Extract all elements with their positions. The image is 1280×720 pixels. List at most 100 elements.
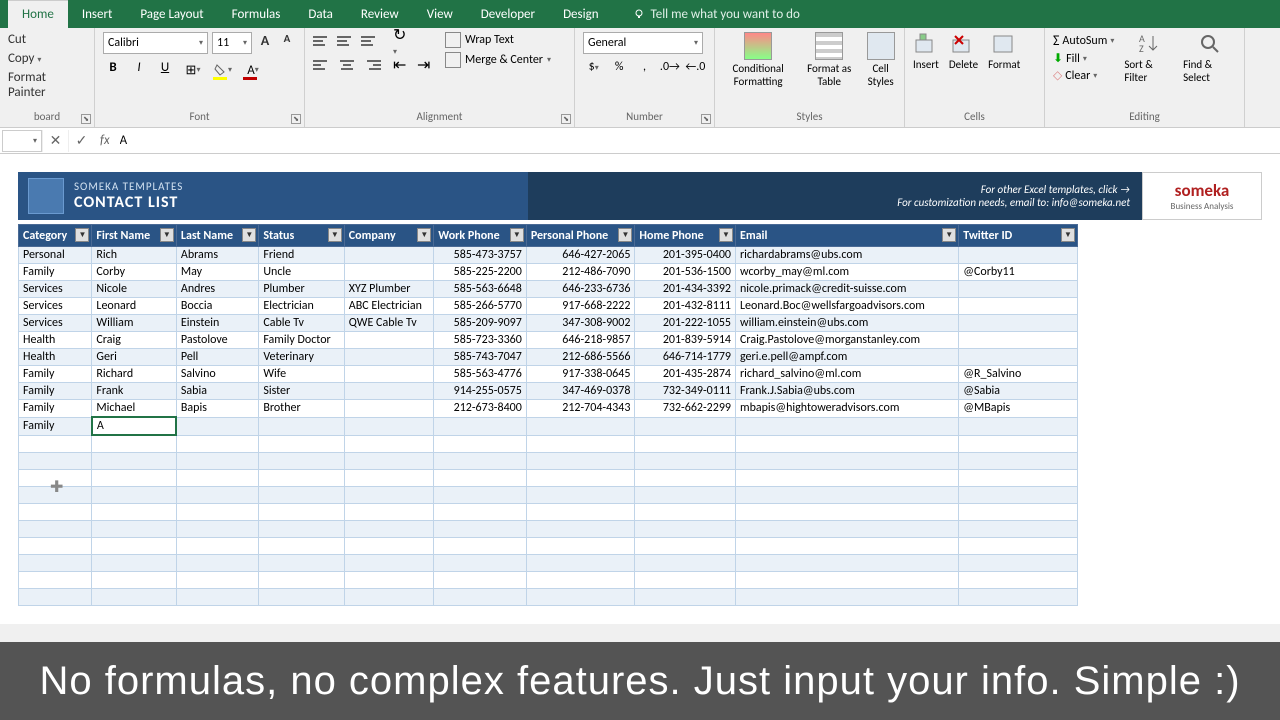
cancel-formula-button[interactable]: ✕ (42, 130, 68, 152)
indent-increase-button[interactable]: ⇥ (417, 56, 437, 74)
decrease-decimal-button[interactable]: ←.0 (685, 60, 706, 80)
header-twitter-id[interactable]: Twitter ID▼ (959, 225, 1078, 247)
table-row[interactable] (19, 554, 1078, 571)
tab-formulas[interactable]: Formulas (218, 1, 295, 28)
align-left-button[interactable] (313, 56, 333, 74)
align-right-button[interactable] (361, 56, 381, 74)
comma-button[interactable]: , (634, 60, 655, 80)
fill-color-button[interactable]: ▾ (211, 60, 235, 80)
tab-home[interactable]: Home (8, 0, 68, 28)
table-row[interactable] (19, 588, 1078, 605)
table-row[interactable]: ServicesLeonardBocciaElectricianABC Elec… (19, 298, 1078, 315)
font-size-select[interactable]: 11▾ (212, 32, 252, 54)
filter-arrow[interactable]: ▼ (242, 228, 256, 242)
tab-insert[interactable]: Insert (68, 1, 127, 28)
header-status[interactable]: Status▼ (259, 225, 344, 247)
table-row[interactable] (19, 571, 1078, 588)
table-row[interactable]: FamilyRichardSalvinoWife585-563-4776917-… (19, 366, 1078, 383)
tab-developer[interactable]: Developer (467, 1, 549, 28)
header-category[interactable]: Category▼ (19, 225, 92, 247)
table-row-editing[interactable]: FamilyA (19, 417, 1078, 435)
tab-page-layout[interactable]: Page Layout (126, 1, 217, 28)
format-as-table-button[interactable]: Format as Table (805, 32, 853, 88)
filter-arrow[interactable]: ▼ (510, 228, 524, 242)
merge-center-button[interactable]: Merge & Center ▾ (445, 52, 551, 68)
table-row[interactable] (19, 469, 1078, 486)
tab-data[interactable]: Data (294, 1, 347, 28)
wrap-text-button[interactable]: Wrap Text (445, 32, 551, 48)
sort-filter-button[interactable]: AZSort & Filter (1124, 32, 1173, 84)
format-painter-button[interactable]: Format Painter (8, 70, 86, 100)
clear-button[interactable]: ◇ Clear ▾ (1053, 68, 1114, 83)
font-name-select[interactable]: Calibri▾ (103, 32, 208, 54)
table-row[interactable]: ServicesWilliamEinsteinCable TvQWE Cable… (19, 315, 1078, 332)
header-personal-phone[interactable]: Personal Phone▼ (526, 225, 635, 247)
tab-view[interactable]: View (413, 1, 467, 28)
tell-me-search[interactable]: Tell me what you want to do (633, 7, 800, 22)
underline-button[interactable]: U (155, 60, 175, 80)
header-home-phone[interactable]: Home Phone▼ (635, 225, 736, 247)
filter-arrow[interactable]: ▼ (719, 228, 733, 242)
alignment-launcher[interactable]: ⬊ (561, 114, 571, 124)
filter-arrow[interactable]: ▼ (942, 228, 956, 242)
tab-design[interactable]: Design (549, 1, 612, 28)
contact-table[interactable]: Category▼First Name▼Last Name▼Status▼Com… (18, 224, 1078, 606)
table-row[interactable]: ServicesNicoleAndresPlumberXYZ Plumber58… (19, 281, 1078, 298)
copy-button[interactable]: Copy ▾ (8, 51, 86, 66)
filter-arrow[interactable]: ▼ (1061, 228, 1075, 242)
orientation-button[interactable]: ↻▾ (393, 32, 413, 50)
align-bottom-button[interactable] (361, 32, 381, 50)
table-row[interactable] (19, 486, 1078, 503)
header-work-phone[interactable]: Work Phone▼ (434, 225, 527, 247)
align-top-button[interactable] (313, 32, 333, 50)
header-email[interactable]: Email▼ (735, 225, 958, 247)
filter-arrow[interactable]: ▼ (328, 228, 342, 242)
table-row[interactable]: PersonalRichAbramsFriend585-473-3757646-… (19, 247, 1078, 264)
find-select-button[interactable]: Find & Select (1183, 32, 1236, 84)
delete-button[interactable]: Delete (949, 32, 978, 71)
enter-formula-button[interactable]: ✓ (68, 130, 94, 152)
grow-font-button[interactable]: A (256, 32, 274, 54)
number-format-select[interactable]: General▾ (583, 32, 703, 54)
accounting-button[interactable]: $▾ (583, 60, 604, 80)
clipboard-launcher[interactable]: ⬊ (81, 114, 91, 124)
shrink-font-button[interactable]: A (278, 32, 296, 54)
name-box[interactable]: ▾ (2, 130, 42, 152)
filter-arrow[interactable]: ▼ (160, 228, 174, 242)
font-launcher[interactable]: ⬊ (291, 114, 301, 124)
table-row[interactable] (19, 537, 1078, 554)
align-center-button[interactable] (337, 56, 357, 74)
table-row[interactable]: FamilyCorbyMayUncle585-225-2200212-486-7… (19, 264, 1078, 281)
indent-decrease-button[interactable]: ⇤ (393, 56, 413, 74)
table-row[interactable] (19, 503, 1078, 520)
filter-arrow[interactable]: ▼ (417, 228, 431, 242)
tab-review[interactable]: Review (347, 1, 413, 28)
table-row[interactable]: FamilyMichaelBapisBrother212-673-8400212… (19, 400, 1078, 418)
increase-decimal-button[interactable]: .0→ (659, 60, 680, 80)
header-company[interactable]: Company▼ (344, 225, 434, 247)
cut-button[interactable]: Cut (8, 32, 86, 47)
table-row[interactable] (19, 452, 1078, 469)
table-row[interactable] (19, 520, 1078, 537)
table-row[interactable]: FamilyFrankSabiaSister914-255-0575347-46… (19, 383, 1078, 400)
align-middle-button[interactable] (337, 32, 357, 50)
percent-button[interactable]: % (608, 60, 629, 80)
bold-button[interactable]: B (103, 60, 123, 80)
cell-styles-button[interactable]: Cell Styles (865, 32, 896, 88)
formula-input[interactable] (116, 130, 1280, 152)
header-last-name[interactable]: Last Name▼ (176, 225, 258, 247)
conditional-formatting-button[interactable]: Conditional Formatting (723, 32, 793, 88)
filter-arrow[interactable]: ▼ (618, 228, 632, 242)
font-color-button[interactable]: A▾ (241, 60, 265, 80)
number-launcher[interactable]: ⬊ (701, 114, 711, 124)
filter-arrow[interactable]: ▼ (75, 228, 89, 242)
italic-button[interactable]: I (129, 60, 149, 80)
header-first-name[interactable]: First Name▼ (92, 225, 176, 247)
autosum-button[interactable]: Σ AutoSum ▾ (1053, 32, 1114, 49)
fill-button[interactable]: ⬇ Fill ▾ (1053, 51, 1114, 66)
table-row[interactable]: HealthGeriPellVeterinary585-743-7047212-… (19, 349, 1078, 366)
banner-link[interactable]: For other Excel templates, click → (981, 183, 1130, 196)
borders-button[interactable]: ⊞▾ (181, 60, 205, 80)
fx-icon[interactable]: fx (100, 133, 110, 148)
table-row[interactable] (19, 435, 1078, 452)
